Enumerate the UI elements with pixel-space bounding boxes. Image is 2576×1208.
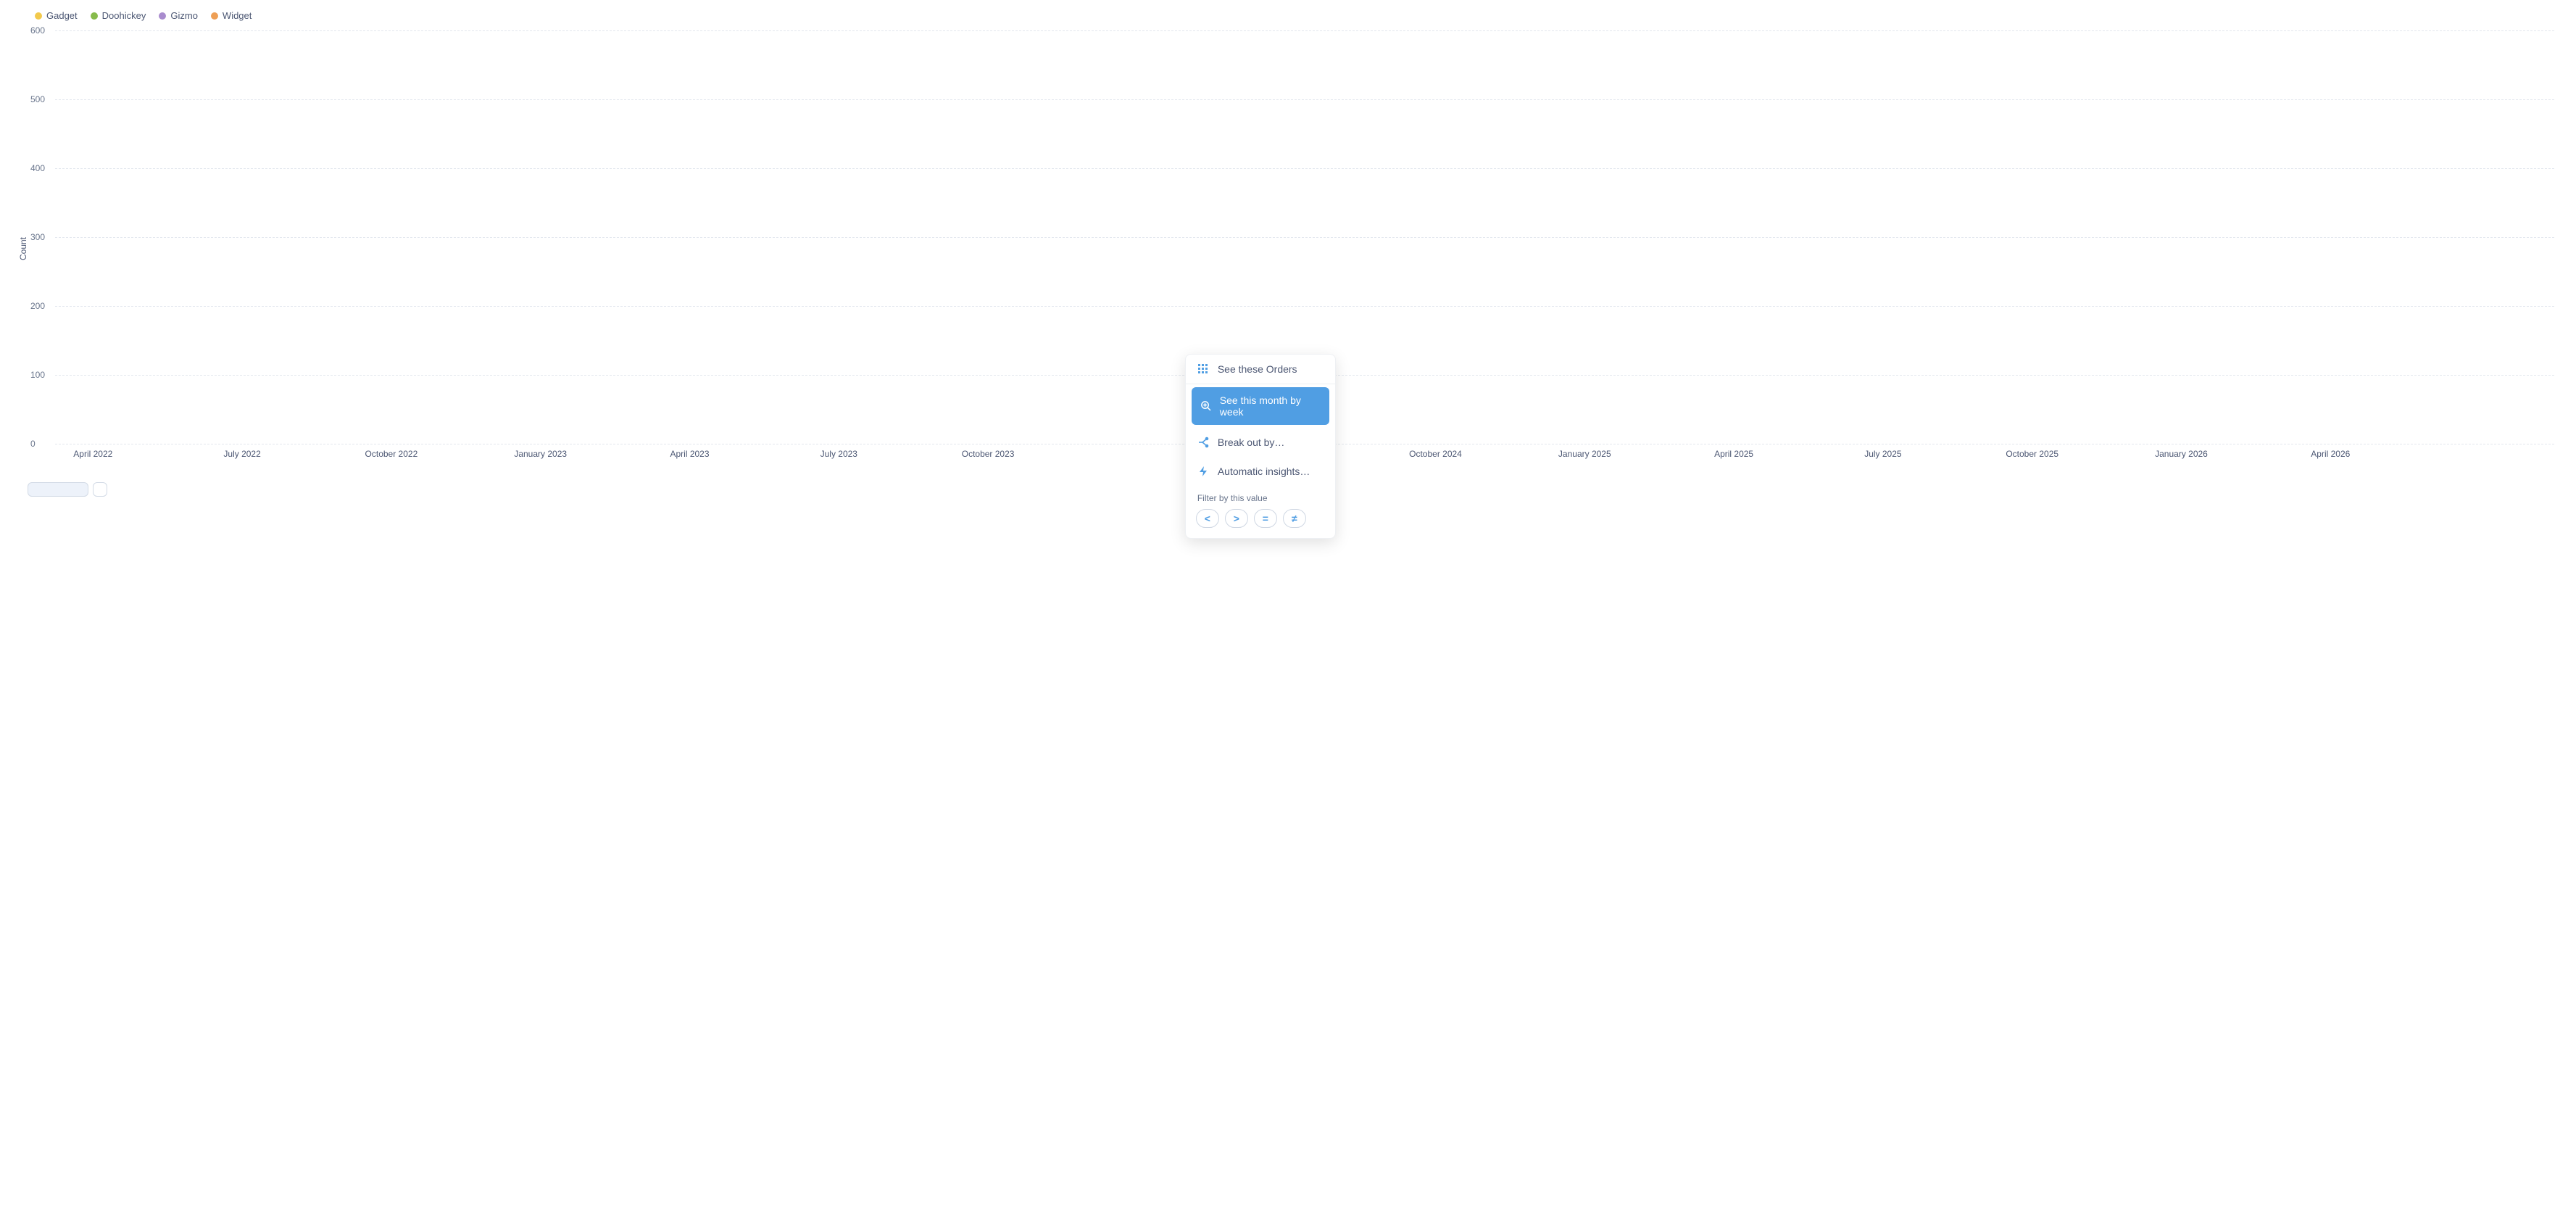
x-tick-label: January 2025: [1558, 449, 1611, 459]
filter-op-button[interactable]: >: [1225, 509, 1248, 528]
legend-label: Gadget: [46, 10, 78, 21]
zoom-in-icon: [1200, 400, 1211, 412]
filter-op-button[interactable]: <: [1196, 509, 1219, 528]
context-menu[interactable]: See these Orders See this month by week …: [1185, 354, 1336, 539]
menu-label: Automatic insights…: [1218, 466, 1310, 477]
y-axis-label: Count: [18, 237, 28, 260]
x-tick-label: April 2026: [2311, 449, 2350, 459]
x-tick-label: January 2026: [2155, 449, 2208, 459]
x-tick-label: April 2022: [73, 449, 112, 459]
menu-label: See this month by week: [1220, 394, 1321, 418]
y-tick-label: 500: [30, 94, 45, 104]
legend-label: Doohickey: [102, 10, 146, 21]
legend-swatch: [35, 12, 42, 20]
legend-item-gadget[interactable]: Gadget: [35, 10, 78, 21]
x-tick-label: October 2025: [2006, 449, 2058, 459]
legend-item-widget[interactable]: Widget: [211, 10, 252, 21]
y-tick-label: 600: [30, 25, 45, 36]
menu-label: Break out by…: [1218, 437, 1285, 448]
legend-swatch: [91, 12, 98, 20]
x-tick-label: October 2022: [365, 449, 418, 459]
legend-item-doohickey[interactable]: Doohickey: [91, 10, 146, 21]
x-tick-label: July 2025: [1864, 449, 1901, 459]
footer-icon-button[interactable]: [93, 482, 107, 497]
y-tick-label: 0: [30, 439, 36, 449]
x-tick-label: July 2023: [820, 449, 857, 459]
legend-swatch: [211, 12, 218, 20]
menu-insights[interactable]: Automatic insights…: [1186, 457, 1335, 486]
chart-legend: Gadget Doohickey Gizmo Widget: [14, 6, 2562, 31]
filter-op-button[interactable]: =: [1254, 509, 1277, 528]
grid-icon: [1197, 363, 1209, 375]
x-tick-label: April 2023: [670, 449, 709, 459]
breakout-icon: [1197, 437, 1209, 448]
menu-see-by-week[interactable]: See this month by week: [1192, 387, 1329, 425]
y-tick-label: 400: [30, 163, 45, 173]
filter-section-label: Filter by this value: [1186, 486, 1335, 505]
x-tick-label: October 2024: [1409, 449, 1462, 459]
menu-label: See these Orders: [1218, 363, 1297, 375]
x-tick-label: October 2023: [962, 449, 1015, 459]
x-tick-label: July 2022: [223, 449, 260, 459]
filter-op-button[interactable]: ≠: [1283, 509, 1306, 528]
y-tick-label: 100: [30, 370, 45, 380]
filter-ops: < > = ≠: [1186, 505, 1335, 538]
menu-breakout[interactable]: Break out by…: [1186, 428, 1335, 457]
legend-label: Widget: [223, 10, 252, 21]
x-tick-label: January 2023: [514, 449, 567, 459]
y-tick-label: 200: [30, 301, 45, 311]
legend-label: Gizmo: [170, 10, 198, 21]
y-tick-label: 300: [30, 232, 45, 242]
menu-see-orders[interactable]: See these Orders: [1186, 355, 1335, 384]
bolt-icon: [1197, 466, 1209, 477]
legend-item-gizmo[interactable]: Gizmo: [159, 10, 198, 21]
x-tick-label: April 2025: [1714, 449, 1753, 459]
legend-swatch: [159, 12, 166, 20]
footer-pill-button[interactable]: [28, 482, 88, 497]
